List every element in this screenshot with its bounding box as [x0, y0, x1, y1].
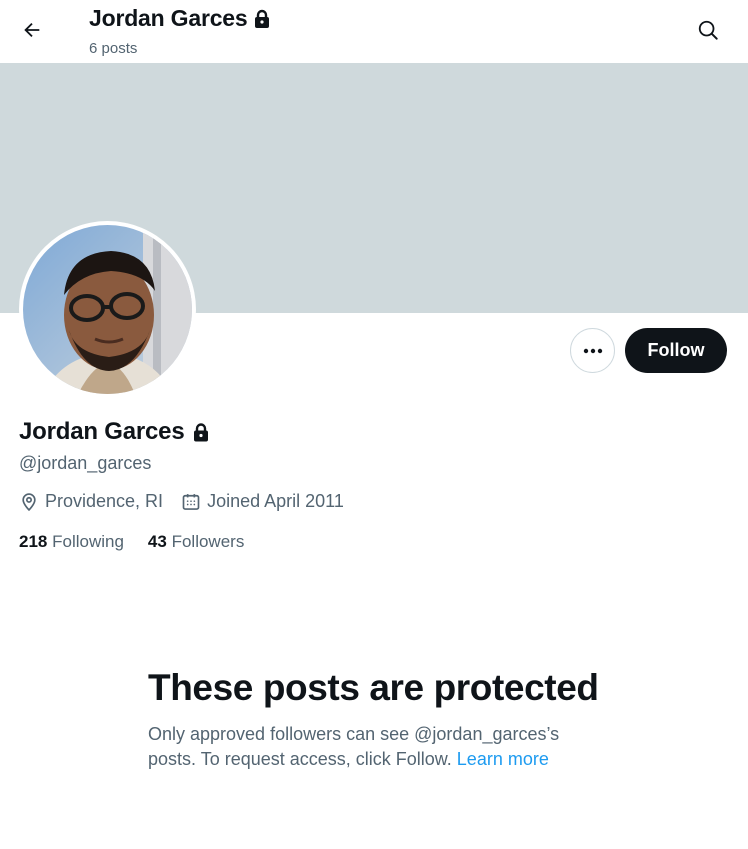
more-icon: [583, 348, 602, 353]
post-count: 6 posts: [89, 40, 138, 57]
following-link[interactable]: 218 Following: [19, 532, 124, 552]
lock-icon: [194, 422, 209, 441]
back-button[interactable]: [14, 12, 50, 48]
following-count: 218: [19, 532, 48, 551]
profile-name: Jordan Garces: [19, 418, 210, 446]
protected-title: These posts are protected: [148, 667, 599, 708]
profile-handle: @jordan_garces: [19, 453, 152, 473]
top-bar: Jordan Garces 6 posts: [0, 0, 748, 63]
join-date-text: Joined April 2011: [207, 491, 344, 511]
profile-name-text: Jordan Garces: [19, 418, 185, 445]
profile-meta: Providence, RI Joined April 2011: [19, 491, 362, 512]
arrow-left-icon: [24, 22, 40, 38]
calendar-icon: [182, 493, 200, 510]
more-options-button[interactable]: [570, 328, 615, 373]
avatar[interactable]: [23, 225, 192, 394]
search-icon: [698, 20, 718, 40]
header-title: Jordan Garces: [89, 5, 271, 32]
avatar-container[interactable]: [19, 221, 196, 398]
learn-more-link[interactable]: Learn more: [457, 749, 549, 769]
following-label: Following: [52, 532, 124, 551]
protected-body: Only approved followers can see @jordan_…: [148, 722, 608, 772]
followers-label: Followers: [171, 532, 245, 551]
follow-button[interactable]: Follow: [625, 328, 727, 373]
location: Providence, RI: [19, 491, 163, 512]
location-text: Providence, RI: [45, 491, 164, 511]
lock-icon: [255, 9, 270, 28]
avatar-photo: [23, 225, 192, 394]
protected-notice: These posts are protected Only approved …: [148, 666, 608, 772]
search-button[interactable]: [690, 12, 726, 48]
follow-stats: 218 Following 43 Followers: [19, 532, 268, 552]
join-date: Joined April 2011: [181, 491, 344, 512]
header-name: Jordan Garces: [89, 5, 248, 31]
location-pin-icon: [22, 492, 36, 511]
followers-link[interactable]: 43 Followers: [148, 532, 244, 552]
followers-count: 43: [147, 532, 167, 551]
